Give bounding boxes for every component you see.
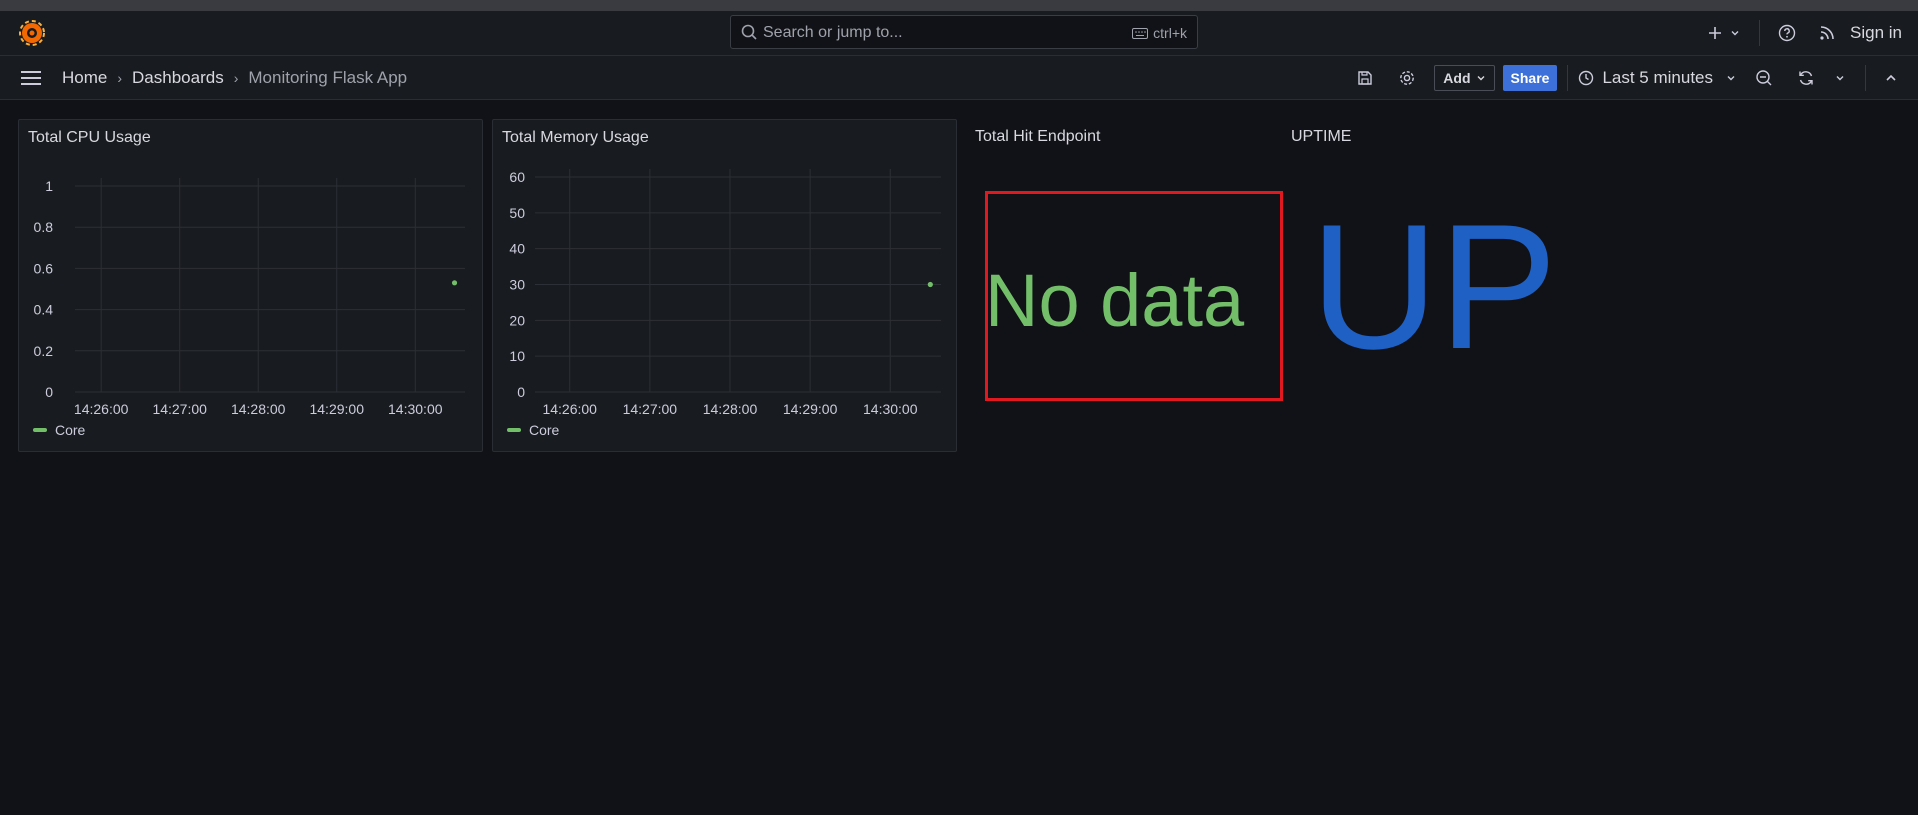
plus-icon: [1709, 27, 1722, 39]
menu-toggle-button[interactable]: [20, 69, 42, 92]
breadcrumb-home[interactable]: Home: [62, 68, 107, 88]
chevron-right-icon: ›: [233, 70, 239, 86]
y-tick-label: 40: [509, 241, 525, 257]
breadcrumb: Home › Dashboards › Monitoring Flask App: [62, 68, 407, 88]
shortcut-label: ctrl+k: [1153, 25, 1187, 41]
grafana-logo-icon[interactable]: [18, 19, 46, 47]
chart-legend: Core: [507, 422, 559, 438]
refresh-icon: [1799, 71, 1813, 85]
time-range-label: Last 5 minutes: [1602, 68, 1713, 87]
chevron-up-icon: [1886, 74, 1896, 81]
x-tick-label: 14:26:00: [542, 401, 597, 417]
chevron-right-icon: ›: [117, 70, 123, 86]
top-bar: Search or jump to... ctrl+k Sign in: [0, 11, 1918, 56]
zoom-out-icon: [1756, 70, 1772, 86]
x-tick-label: 14:28:00: [231, 401, 286, 417]
y-tick-label: 0: [517, 384, 525, 400]
y-tick-label: 0: [45, 384, 53, 400]
help-icon: [1778, 24, 1796, 42]
y-tick-label: 0.8: [34, 219, 54, 235]
search-placeholder: Search or jump to...: [763, 24, 903, 41]
breadcrumb-dashboards[interactable]: Dashboards: [132, 68, 224, 88]
legend-label[interactable]: Core: [55, 422, 85, 438]
help-button[interactable]: [1778, 24, 1796, 42]
uptime-panel-title[interactable]: UPTIME: [1291, 128, 1351, 146]
divider: [1865, 65, 1866, 91]
refresh-interval-button[interactable]: [1825, 63, 1855, 93]
legend-label[interactable]: Core: [529, 422, 559, 438]
window-top-strip: [0, 0, 1918, 11]
legend-swatch: [33, 428, 47, 432]
y-tick-label: 60: [509, 169, 525, 185]
uptime-value: UP: [1310, 187, 1558, 386]
hamburger-icon: [21, 71, 41, 85]
time-range-picker[interactable]: Last 5 minutes: [1578, 68, 1737, 88]
collapse-toolbar-button[interactable]: [1876, 63, 1906, 93]
hits-panel-title[interactable]: Total Hit Endpoint: [975, 128, 1100, 146]
x-tick-label: 14:26:00: [74, 401, 129, 417]
save-icon: [1358, 71, 1372, 85]
add-button-label: Add: [1443, 70, 1471, 86]
rss-icon: [1820, 26, 1834, 40]
gear-icon: [1400, 71, 1415, 85]
chart-legend: Core: [33, 422, 85, 438]
memory-usage-chart: 0 10 20 30 40 50 60 14:26:00 14:27:00 14:28:00 14:…: [509, 169, 941, 417]
y-tick-label: 50: [509, 205, 525, 221]
search-shortcut: ctrl+k: [1132, 25, 1187, 41]
save-dashboard-button[interactable]: [1350, 63, 1380, 93]
data-point: [451, 280, 458, 286]
divider: [1567, 65, 1569, 91]
x-tick-label: 14:27:00: [152, 401, 207, 417]
legend-swatch: [507, 428, 521, 432]
x-tick-label: 14:27:00: [623, 401, 678, 417]
chevron-down-icon: [1836, 76, 1844, 81]
panel-title[interactable]: Total CPU Usage: [28, 129, 151, 147]
y-tick-label: 1: [45, 178, 53, 194]
hits-value: No data: [985, 259, 1245, 342]
chevron-down-icon: [1727, 76, 1735, 81]
x-tick-label: 14:30:00: [388, 401, 443, 417]
share-button[interactable]: Share: [1502, 65, 1558, 91]
search-icon: [741, 24, 757, 45]
y-tick-label: 30: [509, 277, 525, 293]
clock-icon: [1579, 70, 1594, 86]
divider: [1759, 20, 1761, 46]
panel-title[interactable]: Total Memory Usage: [502, 129, 649, 147]
data-point: [927, 281, 933, 288]
y-tick-label: 0.4: [34, 302, 54, 318]
breadcrumb-current: Monitoring Flask App: [248, 68, 408, 87]
news-button[interactable]: [1818, 24, 1836, 42]
refresh-button[interactable]: [1791, 63, 1821, 93]
new-menu-button[interactable]: [1707, 25, 1741, 41]
keyboard-icon: [1132, 27, 1149, 39]
search-input[interactable]: Search or jump to... ctrl+k: [730, 15, 1198, 49]
x-tick-label: 14:28:00: [703, 401, 758, 417]
x-tick-label: 14:29:00: [783, 401, 838, 417]
x-tick-label: 14:29:00: [309, 401, 364, 417]
chevron-down-icon: [1731, 31, 1739, 36]
dashboard-toolbar: Add Share Last 5 minutes: [1350, 56, 1918, 100]
zoom-out-button[interactable]: [1749, 63, 1779, 93]
topbar-actions: Sign in: [1707, 11, 1902, 55]
dashboard-nav-bar: Home › Dashboards › Monitoring Flask App…: [0, 56, 1918, 100]
y-tick-label: 20: [509, 312, 525, 328]
dashboard-settings-button[interactable]: [1392, 63, 1422, 93]
cpu-usage-chart: 0 0.2 0.4 0.6 0.8 1 14:26:00 14:27:00 14:28:00 14…: [34, 178, 465, 417]
memory-usage-panel[interactable]: 0 10 20 30 40 50 60 14:26:00 14:27:00 14:28:00 14:…: [492, 119, 957, 452]
x-tick-label: 14:30:00: [863, 401, 918, 417]
y-tick-label: 0.2: [34, 343, 54, 359]
cpu-usage-panel[interactable]: 0 0.2 0.4 0.6 0.8 1 14:26:00 14:27:00 14:28:00 14…: [18, 119, 483, 452]
chevron-down-icon: [1477, 76, 1485, 81]
y-tick-label: 10: [509, 348, 525, 364]
y-tick-label: 0.6: [34, 260, 54, 276]
sign-in-link[interactable]: Sign in: [1850, 23, 1902, 43]
add-button[interactable]: Add: [1434, 65, 1495, 91]
